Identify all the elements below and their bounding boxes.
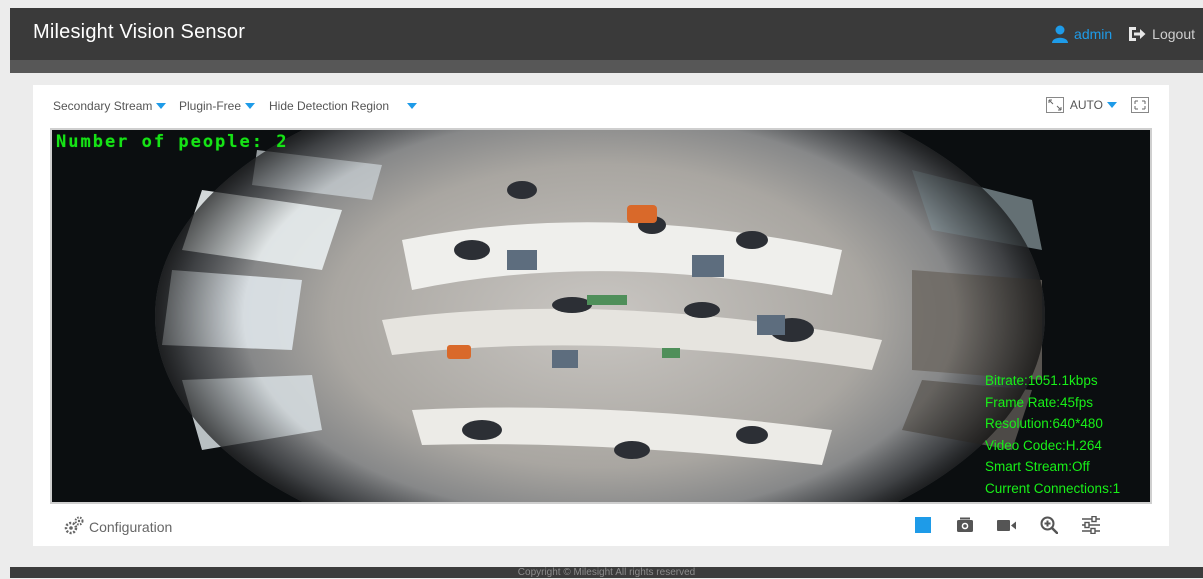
configuration-link[interactable]: Configuration xyxy=(63,515,172,538)
stream-select-label: Secondary Stream xyxy=(53,99,153,113)
osd-resolution: Resolution:640*480 xyxy=(985,416,1103,431)
configuration-label: Configuration xyxy=(89,518,173,535)
chevron-down-icon xyxy=(407,103,418,109)
header-subbar xyxy=(10,60,1203,73)
user-icon xyxy=(1052,25,1069,43)
copyright-text: Copyright © Milesight All rights reserve… xyxy=(517,567,696,578)
snapshot-button[interactable] xyxy=(955,515,975,535)
live-view-panel: Secondary Stream Plugin-Free Hide Detect… xyxy=(33,85,1169,546)
osd-bitrate: Bitrate:1051.1kbps xyxy=(985,373,1098,388)
plugin-select-label: Plugin-Free xyxy=(179,99,242,113)
logout-link[interactable]: Logout xyxy=(1152,26,1195,42)
people-count-overlay: Number of people: 2 xyxy=(56,132,289,152)
plugin-select[interactable]: Plugin-Free xyxy=(179,99,256,113)
top-header: Milesight Vision Sensor admin Logout xyxy=(10,8,1203,60)
record-button[interactable] xyxy=(997,515,1017,535)
logout-icon[interactable] xyxy=(1128,26,1146,42)
region-select-label: Hide Detection Region xyxy=(269,99,390,113)
zoom-mode-select[interactable]: AUTO xyxy=(1070,98,1117,112)
display-controls: AUTO xyxy=(1045,97,1149,113)
footer: Copyright © Milesight All rights reserve… xyxy=(10,567,1203,578)
fullscreen-icon[interactable] xyxy=(1131,97,1149,113)
user-area: admin Logout xyxy=(1052,24,1195,44)
gears-icon xyxy=(63,515,85,538)
chevron-down-icon xyxy=(245,103,256,109)
stream-select[interactable]: Secondary Stream xyxy=(53,99,167,113)
zoom-mode-label: AUTO xyxy=(1069,98,1103,112)
image-settings-button[interactable] xyxy=(1081,515,1101,535)
osd-frame-rate: Frame Rate:45fps xyxy=(985,394,1094,410)
osd-connections: Current Connections:1 xyxy=(985,480,1121,496)
region-select[interactable]: Hide Detection Region xyxy=(269,99,418,113)
username-link[interactable]: admin xyxy=(1074,26,1112,42)
osd-codec: Video Codec:H.264 xyxy=(985,437,1102,453)
snapshot-icon xyxy=(957,517,973,532)
stop-button[interactable] xyxy=(913,515,933,535)
app-title: Milesight Vision Sensor xyxy=(33,21,246,43)
video-player[interactable]: Number of people: 2 Bitrate:1051.1kbps F… xyxy=(50,128,1152,504)
live-view-toolbar: Secondary Stream Plugin-Free Hide Detect… xyxy=(53,97,1149,117)
stop-icon xyxy=(915,517,931,533)
zoom-in-icon xyxy=(1040,516,1058,534)
playback-controls xyxy=(913,515,1101,535)
osd-smart-stream: Smart Stream:Off xyxy=(985,459,1090,474)
chevron-down-icon xyxy=(156,103,167,109)
stream-info-overlay: Bitrate:1051.1kbps Frame Rate:45fps Reso… xyxy=(985,370,1120,499)
chevron-down-icon xyxy=(1107,102,1117,108)
image-settings-icon xyxy=(1082,516,1100,534)
record-icon xyxy=(997,520,1016,531)
fit-window-icon[interactable] xyxy=(1045,97,1064,113)
zoom-in-button[interactable] xyxy=(1039,515,1059,535)
